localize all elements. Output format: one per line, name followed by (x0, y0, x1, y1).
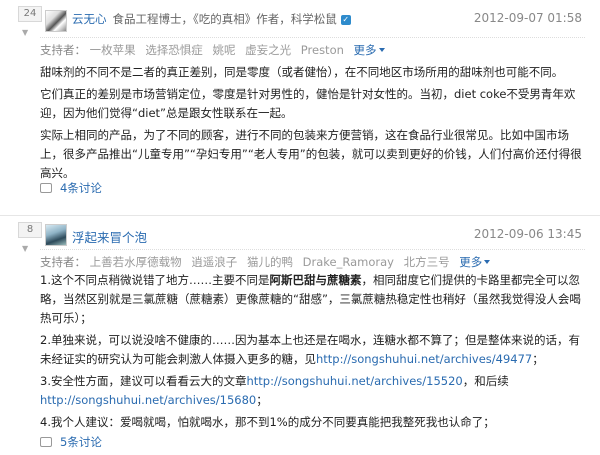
vote-count[interactable]: 24 (18, 6, 42, 22)
author-bio: 食品工程博士，《吃的真相》作者，科学松鼠 (112, 12, 337, 26)
supporters-bar: 支持者： 一枚苹果 选择恐惧症 姚呢 虚妄之光 Preston 更多 (40, 37, 585, 58)
paragraph: 3.安全性方面，建议可以看看云大的文章http://songshuhui.net… (40, 372, 588, 410)
bold-text: 阿斯巴甜与蔗糖素 (269, 273, 362, 287)
author-name[interactable]: 云无心 (72, 12, 107, 26)
paragraph: 4.我个人建议：爱喝就喝，怕就喝水，那不到1%的成分不同要真能把我整死我也认命了… (40, 415, 495, 429)
paragraph: 2.单独来说，可以说没啥不健康的……因为基本上也还是在喝水，连糖水都不算了；但是… (40, 331, 588, 369)
answer-2: 8 ▼ 浮起来冒个泡 2012-09-06 13:45 支持者： 上善若水厚德载… (0, 215, 600, 455)
article-link[interactable]: http://songshuhui.net/archives/15680 (40, 393, 256, 407)
comment-icon (40, 437, 52, 447)
supporter-link[interactable]: 选择恐惧症 (145, 43, 203, 57)
paragraph: 它们真正的差别是市场营销定位，零度是针对男性的，健怡是针对女性的。当初，diet… (40, 87, 576, 120)
text: ； (532, 352, 544, 366)
author-name[interactable]: 浮起来冒个泡 (72, 230, 147, 245)
text: 1.这个不同点稍微说错了地方……主要不同是 (40, 273, 270, 287)
text: ，和后续 (462, 374, 509, 388)
supporter-link[interactable]: 北方三号 (404, 255, 450, 269)
paragraph: 甜味剂的不同不是二者的真正差别，同是零度（或者健怡），在不同地区市场所用的甜味剂… (40, 65, 564, 79)
supporters-label: 支持者： (40, 255, 86, 269)
answer-content: 1.这个不同点稍微说错了地方……主要不同是阿斯巴甜与蔗糖素，相同甜度它们提供的卡… (40, 271, 588, 435)
article-link[interactable]: http://songshuhui.net/archives/49477 (316, 352, 532, 366)
discussion-count: 4条讨论 (60, 181, 102, 195)
supporter-link[interactable]: 一枚苹果 (90, 43, 136, 57)
answer-1: 24 ▼ 云无心 食品工程博士，《吃的真相》作者，科学松鼠 ✓ 2012-09-07… (0, 0, 600, 212)
answer-date: 2012-09-06 13:45 (473, 227, 582, 241)
downvote-icon[interactable]: ▼ (22, 244, 28, 253)
text: ； (256, 393, 268, 407)
chevron-down-icon (378, 48, 385, 52)
downvote-icon[interactable]: ▼ (22, 28, 28, 37)
more-supporters-button[interactable]: 更多 (459, 255, 491, 269)
supporter-link[interactable]: 猫儿的鸭 (247, 255, 293, 269)
avatar[interactable] (45, 224, 67, 246)
discussion-link[interactable]: 4条讨论 (40, 180, 102, 196)
supporter-link[interactable]: 上善若水厚德载物 (90, 255, 182, 269)
chevron-down-icon (484, 260, 491, 264)
more-label: 更多 (353, 43, 377, 57)
supporter-link[interactable]: 姚呢 (212, 43, 235, 57)
more-supporters-button[interactable]: 更多 (354, 43, 385, 57)
supporter-link[interactable]: Preston (301, 43, 344, 57)
supporter-link[interactable]: 虚妄之光 (245, 43, 291, 57)
article-link[interactable]: http://songshuhui.net/archives/15520 (246, 374, 462, 388)
avatar[interactable] (45, 10, 67, 32)
paragraph: 实际上相同的产品，为了不同的顾客，进行不同的包装来方便营销，这在食品行业很常见。… (40, 128, 582, 180)
discussion-count: 5条讨论 (60, 435, 102, 449)
supporter-link[interactable]: Drake_Ramoray (303, 255, 394, 269)
discussion-link[interactable]: 5条讨论 (40, 434, 102, 450)
author-line: 云无心 食品工程博士，《吃的真相》作者，科学松鼠 ✓ (72, 11, 351, 27)
supporters-bar: 支持者： 上善若水厚德载物 逍遥浪子 猫儿的鸭 Drake_Ramoray 北方… (40, 249, 585, 270)
author-line: 浮起来冒个泡 (72, 227, 147, 246)
vote-count[interactable]: 8 (18, 222, 42, 238)
verified-badge-icon: ✓ (340, 15, 351, 25)
more-label: 更多 (459, 255, 483, 269)
supporters-label: 支持者： (40, 43, 86, 57)
paragraph: 1.这个不同点稍微说错了地方……主要不同是阿斯巴甜与蔗糖素，相同甜度它们提供的卡… (40, 271, 588, 328)
supporter-link[interactable]: 逍遥浪子 (191, 255, 237, 269)
comment-icon (40, 183, 52, 193)
answer-date: 2012-09-07 01:58 (473, 11, 582, 25)
answer-content: 甜味剂的不同不是二者的真正差别，同是零度（或者健怡），在不同地区市场所用的甜味剂… (40, 63, 588, 186)
text: 3.安全性方面，建议可以看看云大的文章 (40, 374, 247, 388)
